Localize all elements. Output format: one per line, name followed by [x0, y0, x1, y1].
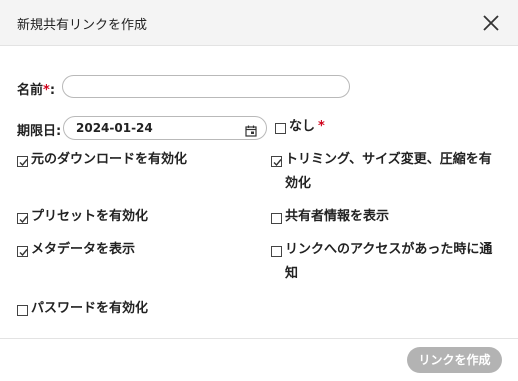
name-label-text: 名前	[17, 83, 44, 98]
checkbox-box[interactable]	[17, 305, 28, 316]
checkbox-box[interactable]	[275, 123, 286, 134]
checkbox-checked[interactable]	[17, 156, 28, 167]
checkbox-checked[interactable]	[17, 246, 28, 257]
option-label: メタデータを表示	[31, 242, 136, 257]
calendar-icon[interactable]	[245, 122, 257, 137]
option-label: 元のダウンロードを有効化	[31, 152, 188, 167]
option-label: プリセットを有効化	[31, 209, 149, 224]
checkbox-checked[interactable]	[17, 213, 28, 224]
option-show-metadata[interactable]: メタデータを表示	[17, 242, 135, 262]
checkbox-box[interactable]	[271, 246, 282, 257]
name-label: 名前*:	[17, 79, 55, 98]
dialog-title: 新規共有リンクを作成	[17, 18, 148, 33]
option-label: トリミング、サイズ変更、圧縮を有 効化	[285, 152, 492, 191]
expiry-label: 期限日:	[17, 124, 62, 139]
checkbox-box[interactable]	[271, 213, 282, 224]
option-presets[interactable]: プリセットを有効化	[17, 209, 148, 229]
option-trim-resize-compress[interactable]: トリミング、サイズ変更、圧縮を有 効化	[271, 152, 506, 196]
option-notify-on-access[interactable]: リンクへのアクセスがあった時に通知	[271, 242, 506, 286]
option-label: 共有者情報を表示	[285, 209, 390, 224]
dialog-header: 新規共有リンクを作成	[0, 0, 518, 46]
checkbox-checked[interactable]	[271, 156, 282, 167]
option-label: パスワードを有効化	[31, 301, 149, 316]
no-expiry-checkbox[interactable]: なし *	[275, 119, 325, 139]
option-show-sharer-info[interactable]: 共有者情報を表示	[271, 209, 389, 229]
label-colon: :	[49, 83, 56, 98]
close-icon[interactable]	[480, 12, 502, 34]
expiry-date-input[interactable]: 2024-01-24	[63, 116, 267, 140]
create-share-link-dialog: 新規共有リンクを作成 名前*: 期限日: 2024-01-24 なし * 元のダ…	[0, 0, 518, 381]
option-label: リンクへのアクセスがあった時に通知	[285, 242, 493, 281]
option-password[interactable]: パスワードを有効化	[17, 301, 148, 321]
create-link-button[interactable]: リンクを作成	[407, 347, 502, 373]
footer-divider	[0, 338, 518, 339]
expiry-date-value: 2024-01-24	[76, 121, 153, 135]
name-input[interactable]	[62, 75, 350, 98]
required-mark: *	[43, 83, 50, 98]
option-original-download[interactable]: 元のダウンロードを有効化	[17, 152, 187, 172]
no-expiry-label: なし *	[289, 119, 325, 134]
